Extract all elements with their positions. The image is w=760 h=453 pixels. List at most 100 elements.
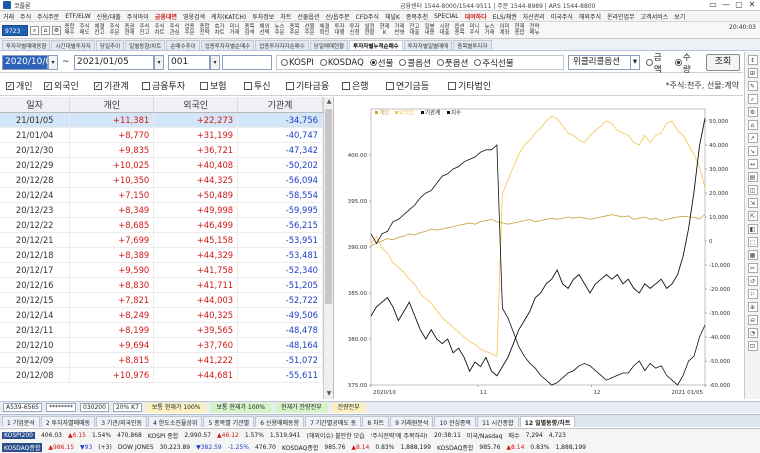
ticker-item[interactable]: 1.57% <box>245 432 264 439</box>
chart-tool-icon[interactable]: ▦ <box>747 250 758 260</box>
table-row[interactable]: 20/12/22 +8,685 +46,499 -56,215 <box>0 217 323 233</box>
investor-checkbox[interactable]: ✓ 외국인 <box>44 79 79 92</box>
menu-item[interactable]: 금융대면 <box>155 12 177 21</box>
ticker-item[interactable]: 470,868 <box>117 432 142 439</box>
chart-tool-icon[interactable]: ⊕ <box>747 302 758 312</box>
radio-circle-icon[interactable] <box>399 59 407 66</box>
chart-tool-icon[interactable]: ↔ <box>747 159 758 169</box>
window-tab[interactable]: 3 기관/외국인동 <box>96 416 148 427</box>
ticker-item[interactable]: 2,990.57 <box>184 432 211 439</box>
order-unit[interactable]: 20% K7 <box>112 403 142 412</box>
chart-tool-icon[interactable]: ↺ <box>747 276 758 286</box>
order-type-2[interactable]: 보통 현재가 100% <box>210 402 272 413</box>
code-input[interactable]: 001 <box>168 55 210 70</box>
investor-checkbox[interactable]: 은행 <box>342 79 369 92</box>
toolbar-shortcut[interactable]: 주식 주문 <box>108 24 121 36</box>
end-date-input[interactable]: 2021/01/05 <box>74 55 154 70</box>
investor-checkbox[interactable]: 투신 <box>244 79 271 92</box>
checkbox-checked-icon[interactable]: ✓ <box>6 81 14 90</box>
window-tab[interactable]: 12 일별동향/차트 <box>519 416 576 427</box>
menu-item[interactable]: 케치(KATCH) <box>211 12 246 21</box>
scroll-up-icon[interactable]: ▲ <box>324 97 333 107</box>
ticker-item[interactable]: 0.83% <box>530 444 549 451</box>
toolbar-shortcut[interactable]: 종목 검색 <box>243 24 256 36</box>
toolbar-shortcut[interactable]: 설정 현황 <box>363 24 376 36</box>
chart-tool-icon[interactable]: ⊞ <box>747 68 758 78</box>
menu-item[interactable]: 고객서비스 <box>641 12 669 21</box>
ticker-item[interactable]: 476.70 <box>255 444 276 451</box>
investor-checkbox[interactable]: ✓ 기관계 <box>94 79 129 92</box>
checkbox-icon[interactable] <box>200 81 208 90</box>
close-icon[interactable]: ✕ <box>746 0 758 10</box>
ticker-item[interactable]: 미국/Nasdaq <box>467 431 503 440</box>
toolbar-shortcut[interactable]: 호가 차트 <box>213 24 226 36</box>
col-individual[interactable]: 개인 <box>69 97 155 113</box>
ticker-item[interactable]: ▲46.12 <box>217 432 239 439</box>
menu-item[interactable]: 투자정보 <box>252 12 274 21</box>
toolbar-shortcut[interactable]: 시장 대출 <box>438 24 451 36</box>
window-tab[interactable]: 6 신용매매동향 <box>255 416 305 427</box>
toolbar-shortcut[interactable]: 체결 확인 <box>318 24 331 36</box>
toolbar-shortcut[interactable]: 현재 K <box>378 24 391 36</box>
toolbar-shortcut[interactable]: 전략 메뉴 <box>528 24 541 36</box>
ticker-item[interactable]: ▲6.15 <box>68 432 86 439</box>
menu-item[interactable]: 종목추천 <box>406 12 428 21</box>
order-type-4[interactable]: 잔량전부 <box>331 402 366 413</box>
table-row[interactable]: 20/12/28 +10,350 +44,325 -56,094 <box>0 172 323 188</box>
col-foreign[interactable]: 외국인 <box>153 97 239 113</box>
screen-tab[interactable]: 종목별투자자 <box>453 40 492 50</box>
toolbar-shortcut[interactable]: 거래 반영 <box>393 24 406 36</box>
table-row[interactable]: 20/12/21 +7,699 +45,158 -53,951 <box>0 232 323 248</box>
toolbar-shortcut[interactable]: 뉴스 주문 <box>273 24 286 36</box>
screen-tab[interactable]: 순매수추이 <box>166 40 200 50</box>
window-tab[interactable]: 1 기업분석 <box>2 416 40 427</box>
toolbar-shortcut[interactable]: 미니 주식 <box>468 24 481 36</box>
chart-tool-icon[interactable]: ⚐ <box>747 289 758 299</box>
toolbar-shortcut[interactable]: 종합 매수 <box>63 24 76 36</box>
table-row[interactable]: 20/12/17 +9,590 +41,758 -52,340 <box>0 262 323 278</box>
chart-tool-icon[interactable]: ⊖ <box>747 315 758 325</box>
table-scrollbar[interactable]: ▲ ▼ <box>323 97 333 399</box>
radio-unit_options[interactable]: 수량 <box>675 51 698 75</box>
ticker-item[interactable]: (+3) <box>98 444 112 451</box>
toolbar-shortcut[interactable]: 선물 주문 <box>303 24 316 36</box>
window-tab[interactable]: 2 투자자별매매동 <box>40 416 96 427</box>
screen-tab[interactable]: 업종투자자별순매수 <box>200 40 255 50</box>
toolbar-shortcut[interactable]: 잔고 대출 <box>408 24 421 36</box>
toolbar-shortcut[interactable]: 종목 주문 <box>288 24 301 36</box>
table-row[interactable]: 20/12/24 +7,150 +50,489 -58,554 <box>0 187 323 203</box>
chart-svg[interactable]: 375.00 380.00 385.00 390.00 395.00 400.00 50,0… <box>335 97 743 399</box>
menu-item[interactable]: 자산관리 <box>523 12 545 21</box>
toolbar-shortcut[interactable]: 체결 잔고 <box>93 24 106 36</box>
menu-item[interactable]: SPECIAL <box>434 13 459 20</box>
chart-tool-icon[interactable]: ↕ <box>747 55 758 65</box>
radio-circle-icon[interactable] <box>319 59 327 66</box>
chart-tool-icon[interactable]: ⚙ <box>747 107 758 117</box>
chart-tool-icon[interactable]: ◧ <box>747 224 758 234</box>
radio-market_options[interactable]: 선물 <box>369 57 393 69</box>
col-date[interactable]: 일자 <box>0 97 71 113</box>
ticker-item[interactable]: KOSDAQ종합 <box>437 443 473 452</box>
radio-market_options[interactable]: 주식선물 <box>474 57 514 69</box>
chart-tool-icon[interactable]: ◫ <box>747 185 758 195</box>
menu-item[interactable]: 온라인업무 <box>607 12 635 21</box>
radio-circle-icon[interactable] <box>474 59 482 66</box>
chart-tool-icon[interactable]: ↘ <box>747 146 758 156</box>
toolbar-shortcut[interactable]: 증권 현재 <box>123 24 136 36</box>
ticker-item[interactable]: 1,888,199 <box>555 444 586 451</box>
radio-unit_options[interactable]: 금액 <box>646 51 669 75</box>
order-number[interactable]: 030200 <box>80 403 109 412</box>
toolbar-shortcut[interactable]: 이미 계좌 <box>498 24 511 36</box>
screen-tab[interactable]: 투자자별누적순매수 <box>349 40 403 50</box>
radio-market_options[interactable]: 콜옵션 <box>399 57 431 69</box>
order-type-3[interactable]: 현재가 잔량전부 <box>275 402 328 413</box>
investor-checkbox[interactable]: 기타법인 <box>448 79 491 92</box>
weekly-option-select[interactable]: 위클리콜옵션 ▾ <box>568 55 640 70</box>
checkbox-checked-icon[interactable]: ✓ <box>44 81 52 90</box>
toolbar-shortcut[interactable]: 해외 선택 <box>258 24 271 36</box>
checkbox-icon[interactable] <box>386 81 394 90</box>
ticker-item[interactable]: 1.54% <box>92 432 111 439</box>
menu-item[interactable]: 보기 <box>674 12 685 21</box>
menu-item[interactable]: 차트 <box>280 12 291 21</box>
restore-icon[interactable]: ▭ <box>707 0 719 10</box>
